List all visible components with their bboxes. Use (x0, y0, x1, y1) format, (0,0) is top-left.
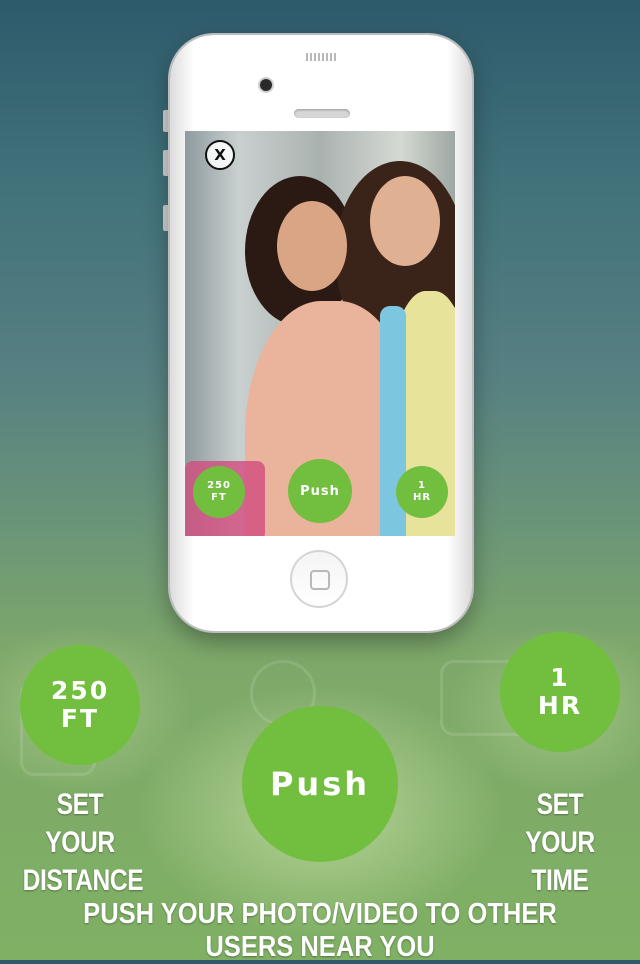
phone-sensor (306, 53, 336, 61)
preview-time-value: 1 (418, 480, 426, 491)
time-caption-line1: SET YOUR (525, 788, 595, 859)
push-label: Push (269, 765, 371, 803)
time-caption-line2: TIME (531, 864, 589, 897)
footer-tagline: PUSH YOUR PHOTO/VIDEO TO OTHER USERS NEA… (83, 898, 557, 963)
phone-volume-down (163, 205, 170, 231)
preview-push-label: Push (300, 483, 340, 499)
distance-button[interactable]: 250 FT (20, 645, 140, 765)
distance-caption-line2: DISTANCE (22, 864, 144, 897)
distance-value: 250 (50, 676, 110, 705)
phone-speaker (294, 109, 350, 118)
distance-unit: FT (60, 704, 100, 733)
preview-distance-value: 250 (207, 480, 231, 491)
home-button-icon (310, 570, 330, 590)
preview-distance-button[interactable]: 250 FT (193, 466, 245, 518)
front-camera (260, 79, 272, 91)
phone-volume-up (163, 150, 170, 176)
time-button[interactable]: 1 HR (500, 632, 620, 752)
face-left (277, 201, 347, 291)
time-caption: SET YOUR TIME (501, 786, 619, 900)
close-button[interactable]: X (205, 140, 235, 170)
distance-caption: SET YOUR DISTANCE (22, 786, 144, 900)
home-button (290, 550, 348, 608)
preview-distance-unit: FT (211, 492, 227, 503)
preview-time-unit: HR (412, 492, 432, 503)
face-right (370, 176, 440, 266)
distance-caption-line1: SET YOUR (45, 788, 115, 859)
time-value: 1 (550, 663, 570, 692)
phone-mute-switch (163, 110, 170, 132)
preview-push-button[interactable]: Push (288, 459, 352, 523)
push-button[interactable]: Push (242, 706, 398, 862)
preview-time-button[interactable]: 1 HR (396, 466, 448, 518)
time-unit: HR (537, 691, 583, 720)
